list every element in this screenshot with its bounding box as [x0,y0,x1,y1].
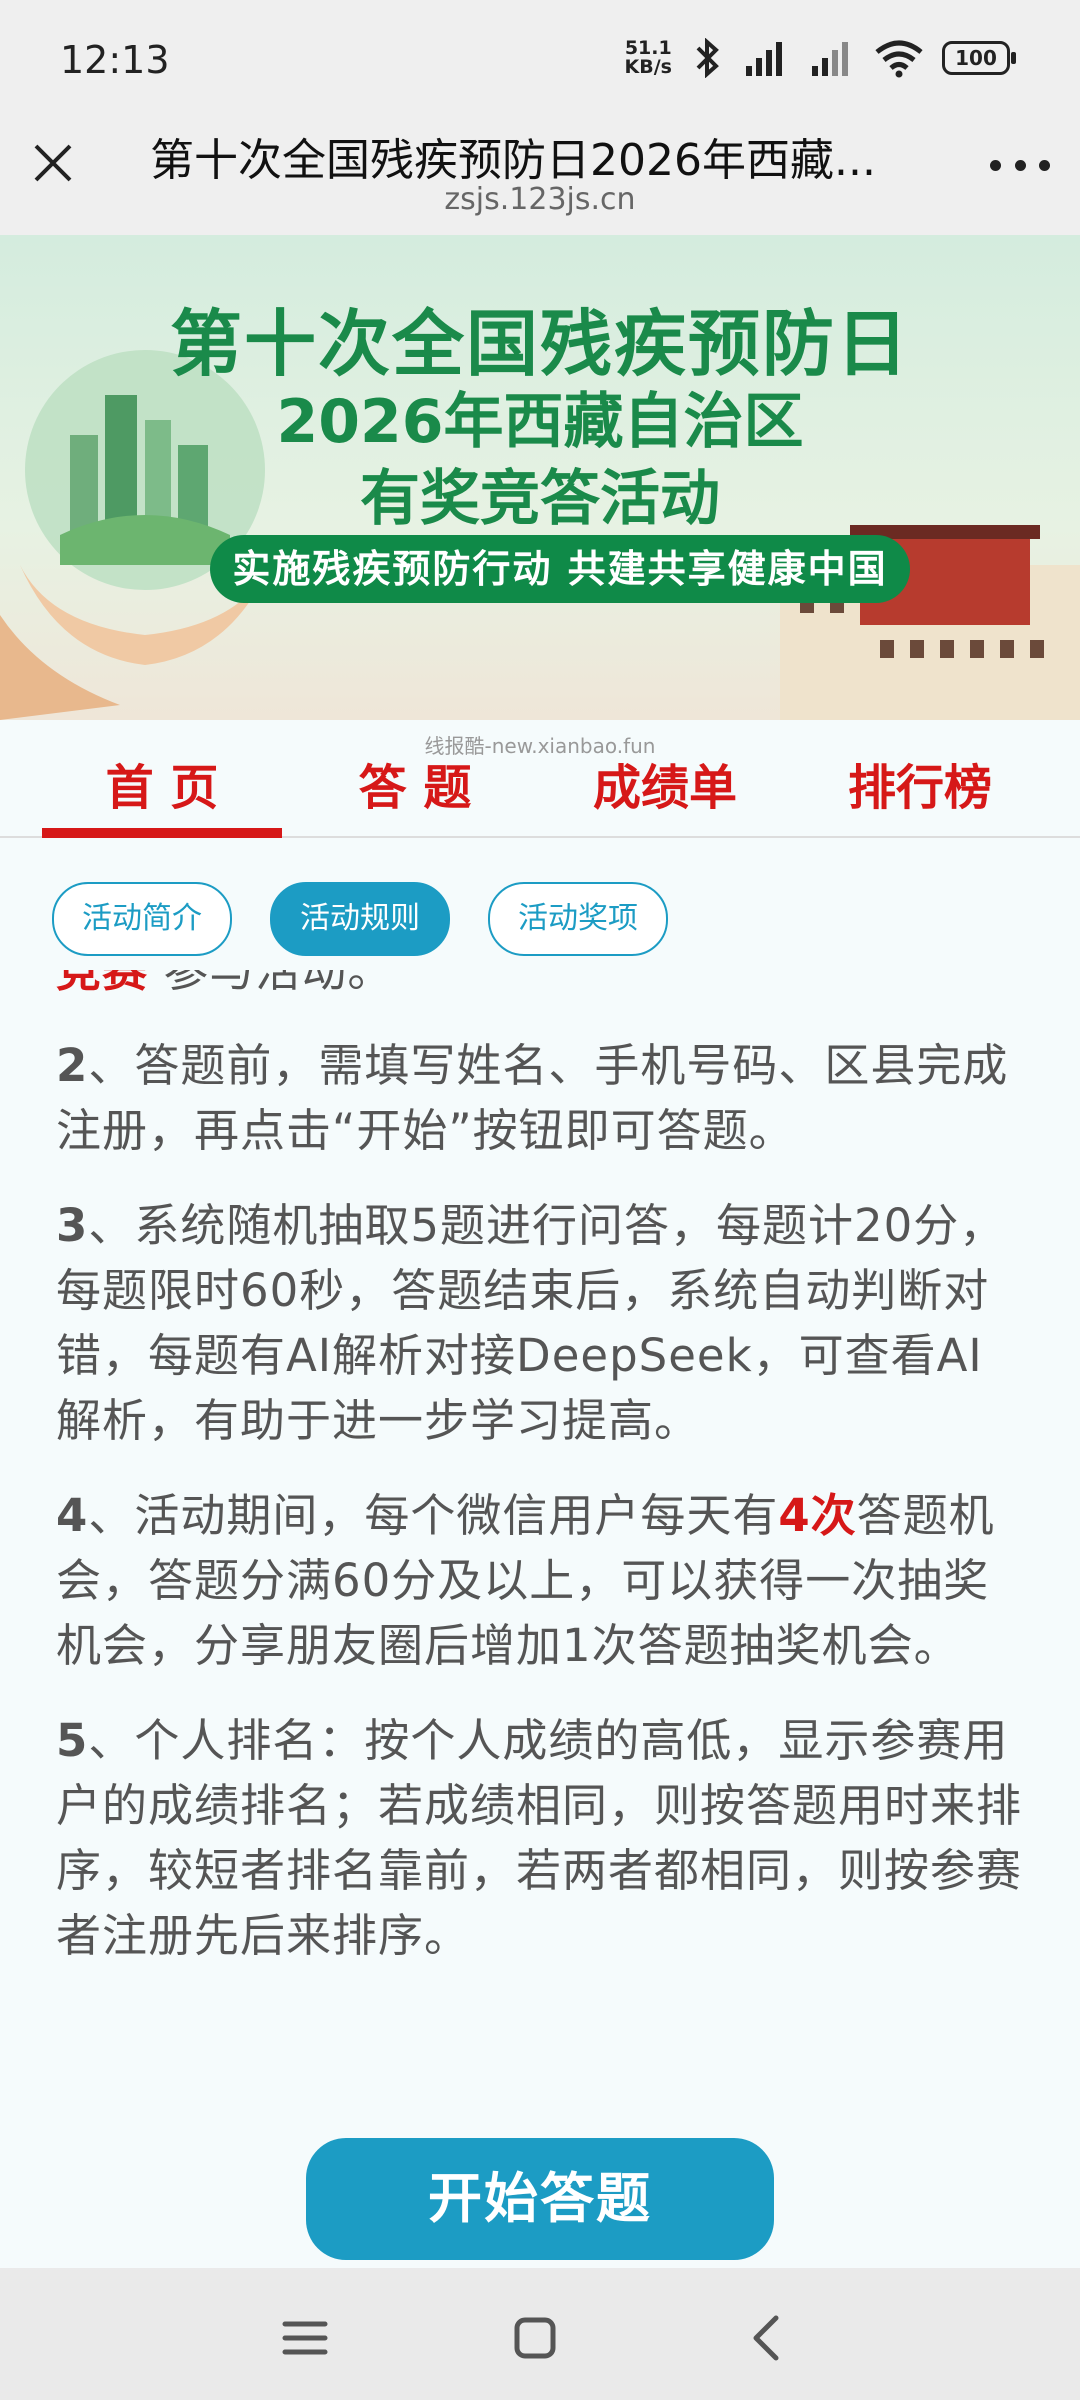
browser-title-bar: 第十次全国残疾预防日2026年西藏... zsjs.123js.cn [0,120,1080,235]
bluetooth-icon [696,38,719,78]
page-url: zsjs.123js.cn [444,182,636,217]
back-icon[interactable] [728,2298,808,2378]
pill-activity-intro[interactable]: 活动简介 [52,882,232,956]
rule-item: 5、个人排名：按个人成绩的高低，显示参赛用户的成绩排名；若成绩相同，则按答题用时… [56,1714,1023,1962]
banner-title-line2: 2026年西藏自治区 [276,387,804,457]
system-nav-bar [0,2268,1080,2400]
pill-activity-prizes[interactable]: 活动奖项 [488,882,668,956]
home-icon[interactable] [495,2298,575,2378]
event-banner: 第十次全国残疾预防日 2026年西藏自治区 有奖竞答活动 实施残疾预防行动 共建… [0,235,1080,720]
section-pills: 活动简介 活动规则 活动奖项 [52,882,668,956]
more-options-icon[interactable] [990,150,1050,180]
banner-slogan: 实施残疾预防行动 共建共享健康中国 [210,535,910,603]
pill-activity-rules[interactable]: 活动规则 [270,882,450,956]
rules-content: 竞赛 参与活动。 2、答题前，需填写姓名、手机号码、区县完成注册，再点击“开始”… [56,970,1026,2090]
signal-icon [746,42,782,76]
rule-item: 4、活动期间，每个微信用户每天有4次答题机会，答题分满60分及以上，可以获得一次… [56,1489,995,1672]
rule-item: 2、答题前，需填写姓名、手机号码、区县完成注册，再点击“开始”按钮即可答题。 [56,1039,1009,1157]
signal-icon [812,42,848,76]
menu-icon[interactable] [265,2298,345,2378]
rule-partial-line: 竞赛 参与活动。 [56,970,394,997]
status-icons: 51.1 KB/s 100 [624,37,1016,78]
watermark: 线报酷-new.xianbao.fun [424,734,656,758]
status-bar: 12:13 51.1 KB/s 100 [0,0,1080,120]
network-speed: 51.1 KB/s [624,37,672,78]
wifi-icon [875,40,923,78]
page-title: 第十次全国残疾预防日2026年西藏... [150,135,876,186]
start-quiz-button[interactable]: 开始答题 [306,2138,774,2260]
banner-title-line3: 有奖竞答活动 [360,464,720,534]
rule-item: 3、系统随机抽取5题进行问答，每题计20分，每题限时60秒，答题结束后，系统自动… [56,1199,1006,1447]
battery-icon: 100 [942,41,1016,75]
close-icon[interactable] [28,138,78,188]
clock: 12:13 [60,38,170,82]
